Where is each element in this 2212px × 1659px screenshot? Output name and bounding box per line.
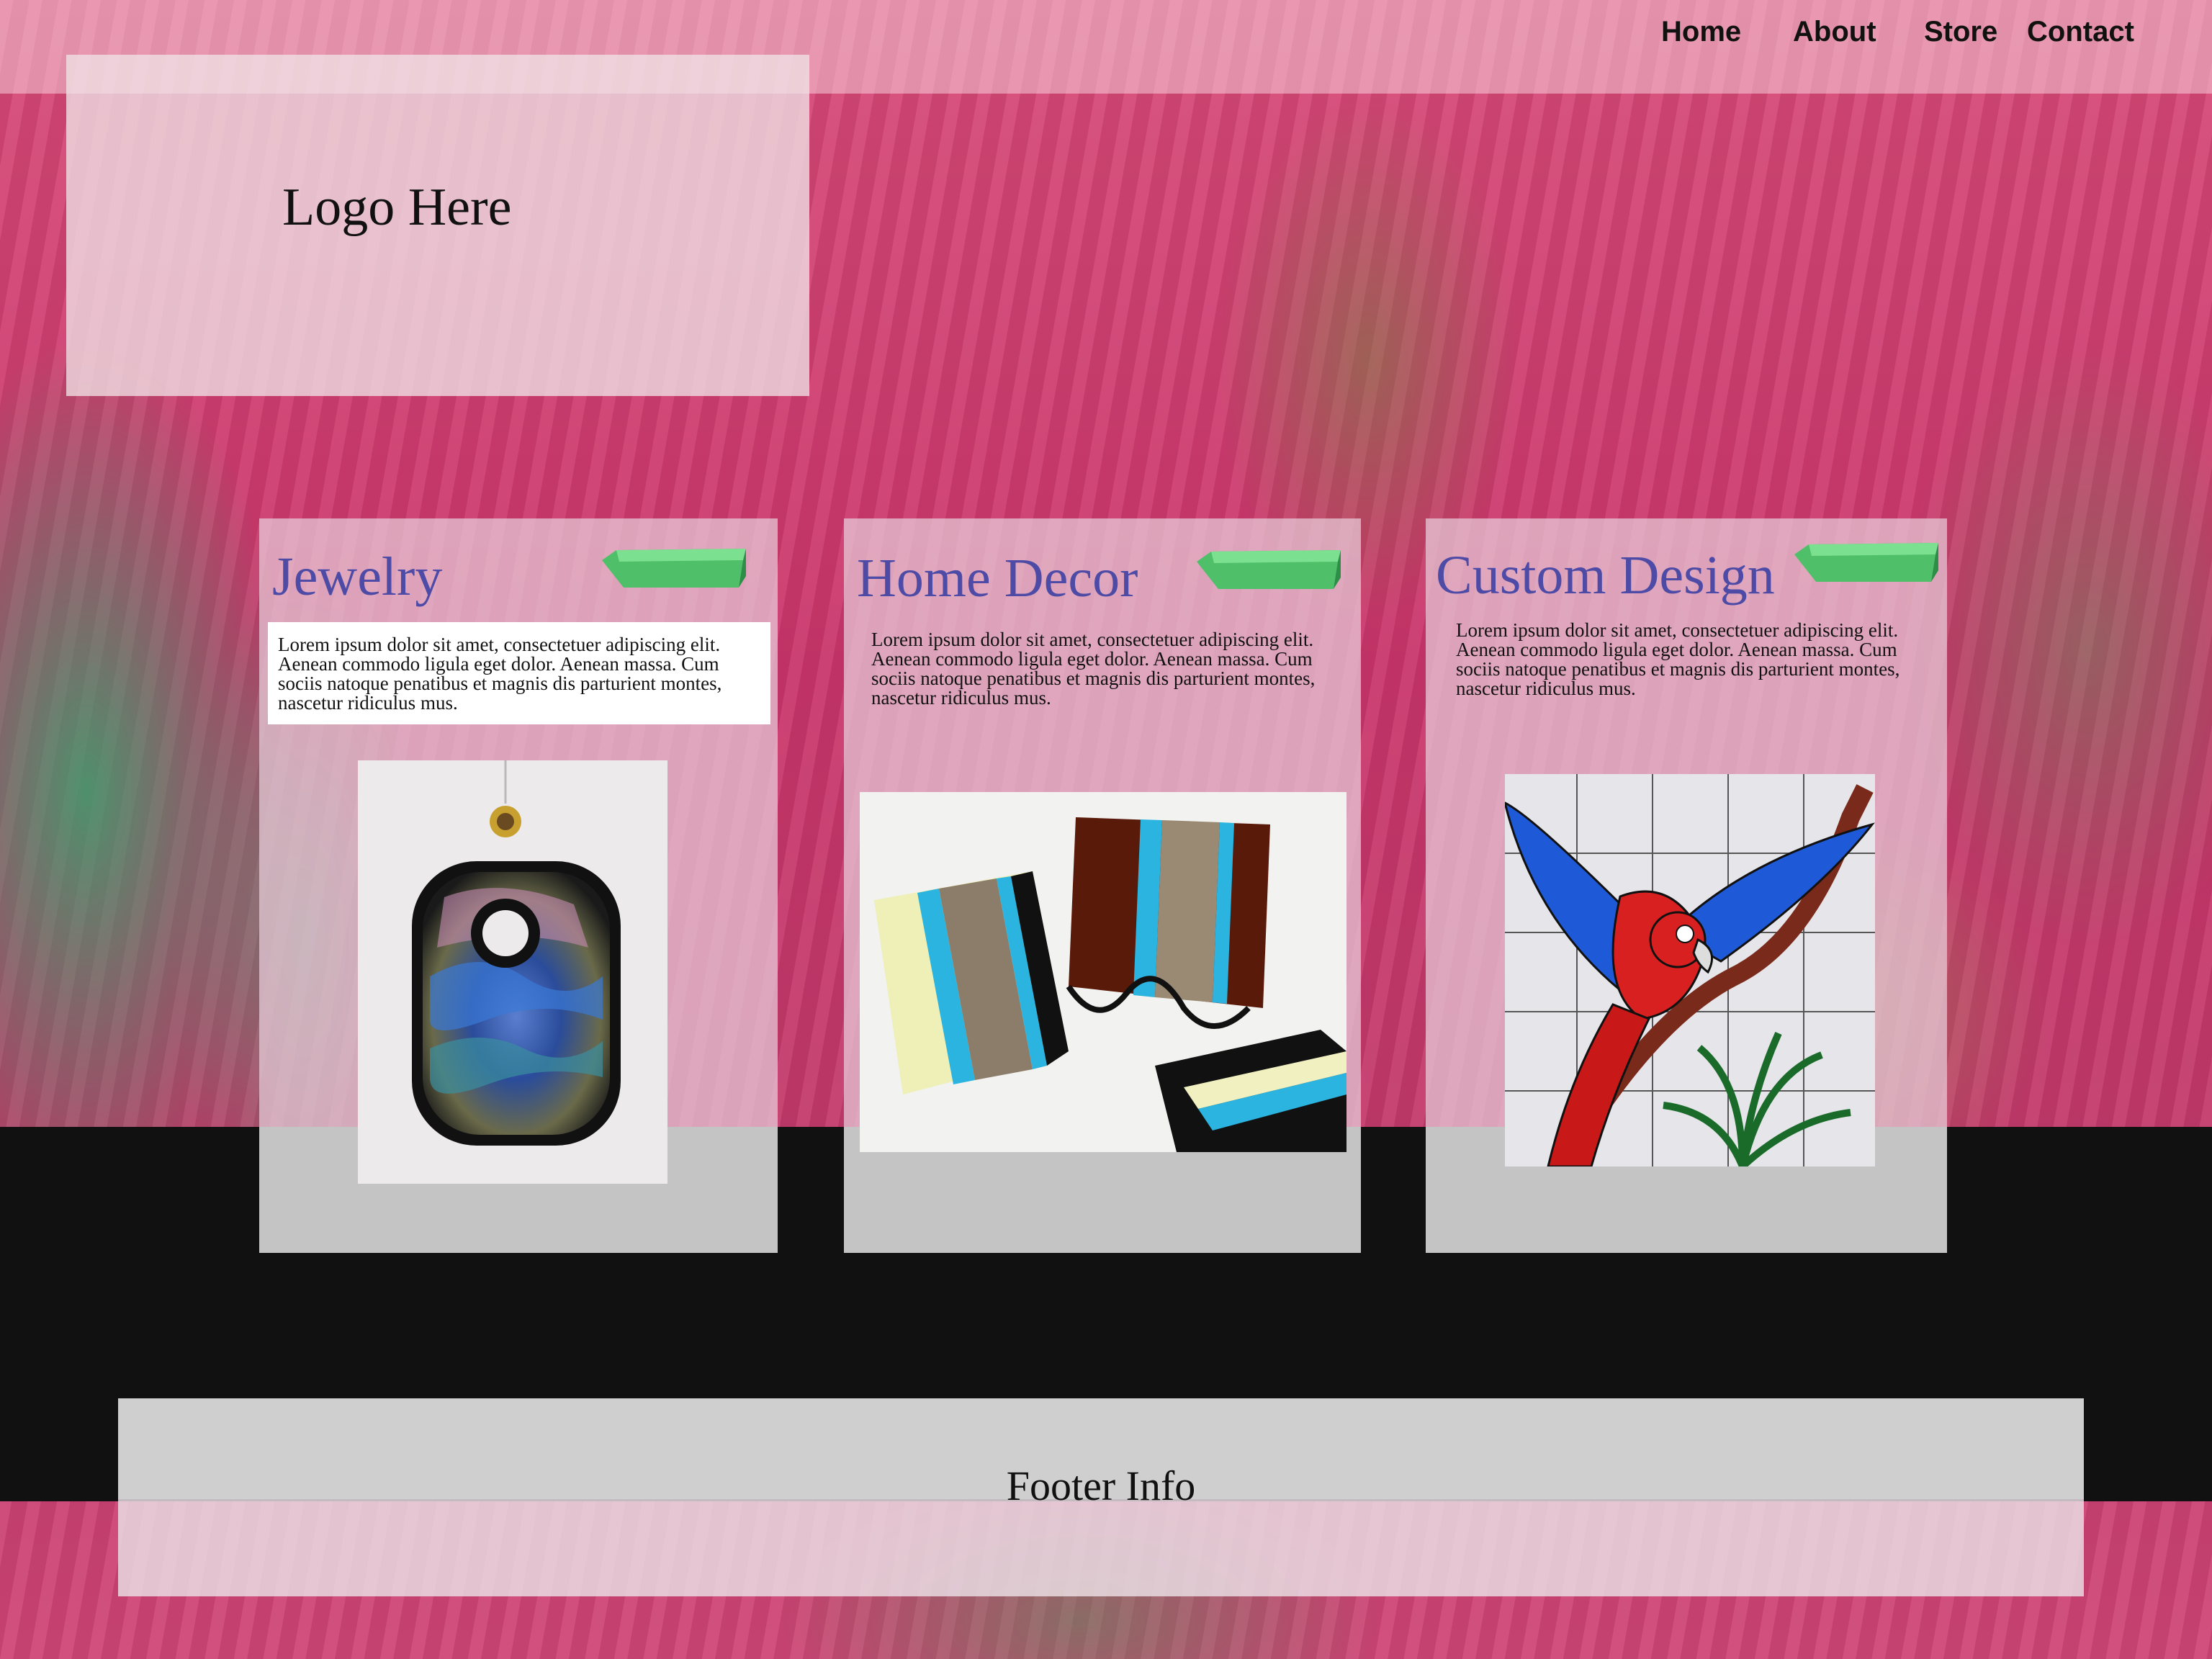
nav-contact[interactable]: Contact — [2027, 16, 2134, 48]
card-description: Lorem ipsum dolor sit amet, consectetuer… — [871, 629, 1316, 709]
footer-info: Footer Info — [1006, 1462, 1196, 1509]
green-glass-ribbon-icon — [1794, 543, 1938, 582]
pendant-photo[interactable] — [358, 760, 667, 1184]
card-custom-design[interactable]: Custom Design Lorem ipsum dolor sit amet… — [1426, 518, 1947, 1253]
card-title: Home Decor — [857, 548, 1138, 608]
green-glass-ribbon-icon — [1197, 550, 1341, 589]
plates-photo[interactable] — [860, 792, 1346, 1152]
logo-box[interactable]: Logo Here — [66, 55, 809, 396]
footer: Footer Info — [118, 1398, 2084, 1596]
nav-about[interactable]: About — [1793, 16, 1876, 48]
card-title: Custom Design — [1436, 545, 1775, 606]
nav-home[interactable]: Home — [1661, 16, 1741, 48]
plates-image — [860, 792, 1346, 1152]
card-description: Lorem ipsum dolor sit amet, consectetuer… — [1456, 619, 1900, 699]
nav-store[interactable]: Store — [1924, 16, 1997, 48]
pendant-image — [412, 760, 621, 1146]
parrot-photo[interactable] — [1505, 774, 1875, 1166]
card-title: Jewelry — [272, 547, 443, 607]
logo-text: Logo Here — [282, 178, 512, 237]
parrot-image — [1505, 774, 1875, 1166]
green-glass-ribbon-icon — [602, 549, 746, 588]
card-home-decor[interactable]: Home Decor Lorem ipsum dolor sit amet, c… — [844, 518, 1361, 1253]
card-description: Lorem ipsum dolor sit amet, consectetuer… — [268, 622, 770, 724]
card-jewelry[interactable]: Jewelry Lorem ipsum dolor sit amet, cons… — [259, 518, 778, 1253]
